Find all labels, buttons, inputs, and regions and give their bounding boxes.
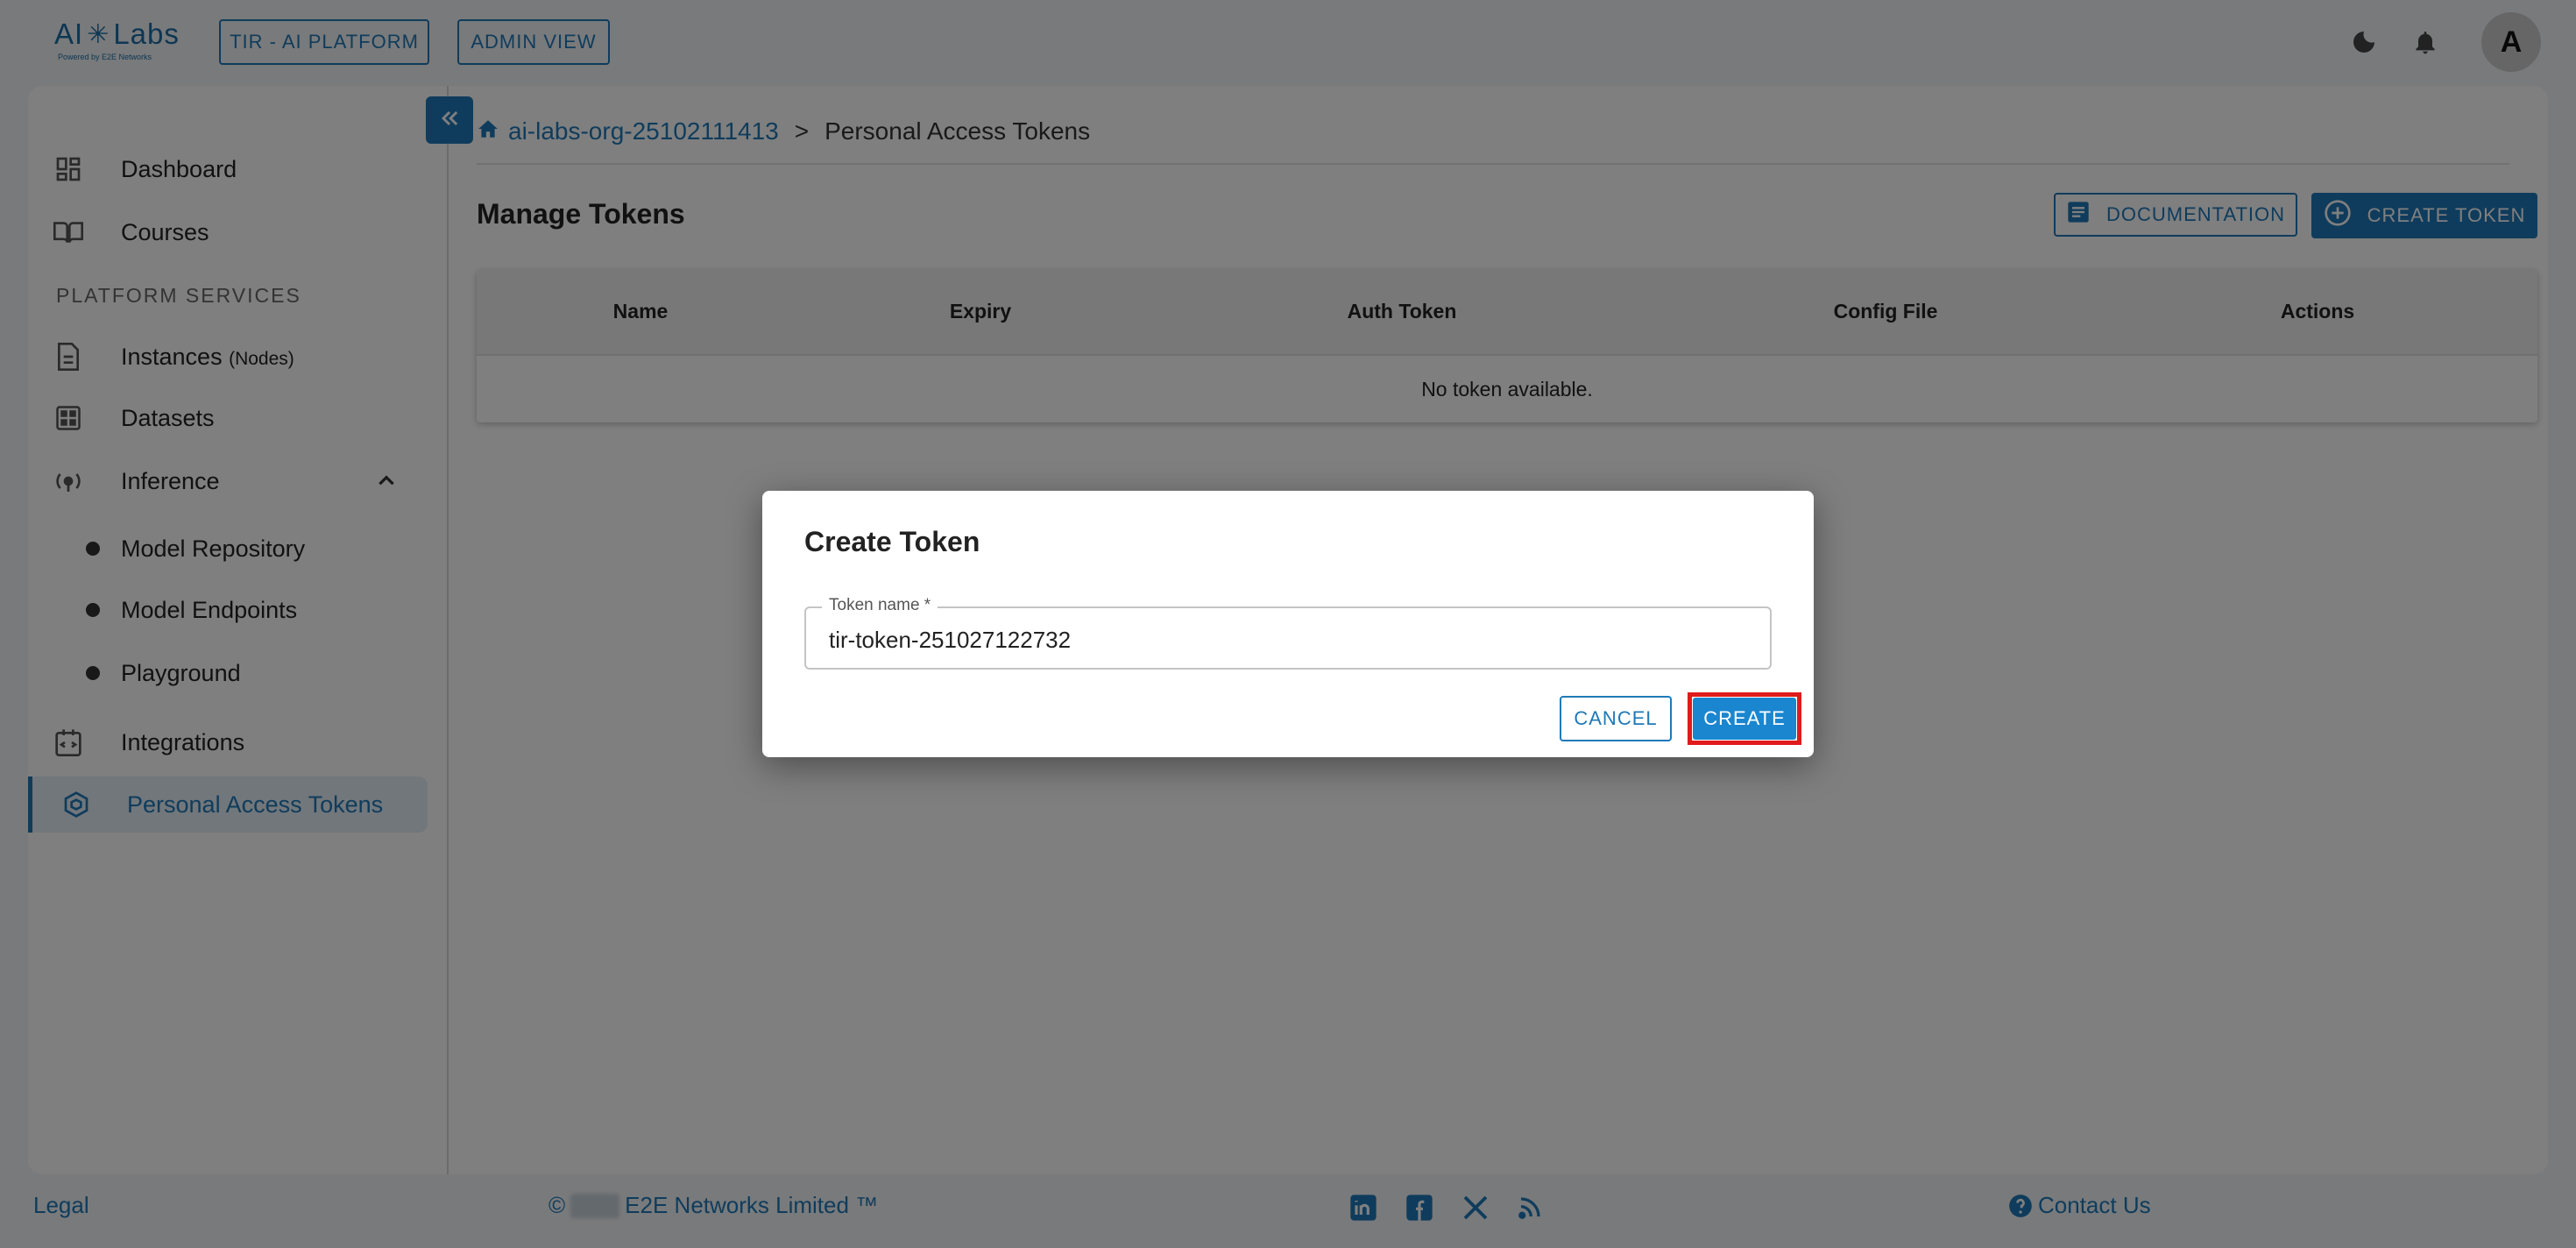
- token-name-input[interactable]: [829, 624, 1749, 656]
- cancel-button[interactable]: CANCEL: [1560, 696, 1672, 741]
- token-name-field[interactable]: Token name *: [804, 596, 1772, 670]
- create-button[interactable]: CREATE: [1693, 698, 1796, 740]
- token-name-label: Token name *: [822, 596, 938, 615]
- create-token-dialog: Create Token Token name * CANCEL CREATE: [762, 491, 1814, 757]
- dialog-title: Create Token: [804, 526, 980, 557]
